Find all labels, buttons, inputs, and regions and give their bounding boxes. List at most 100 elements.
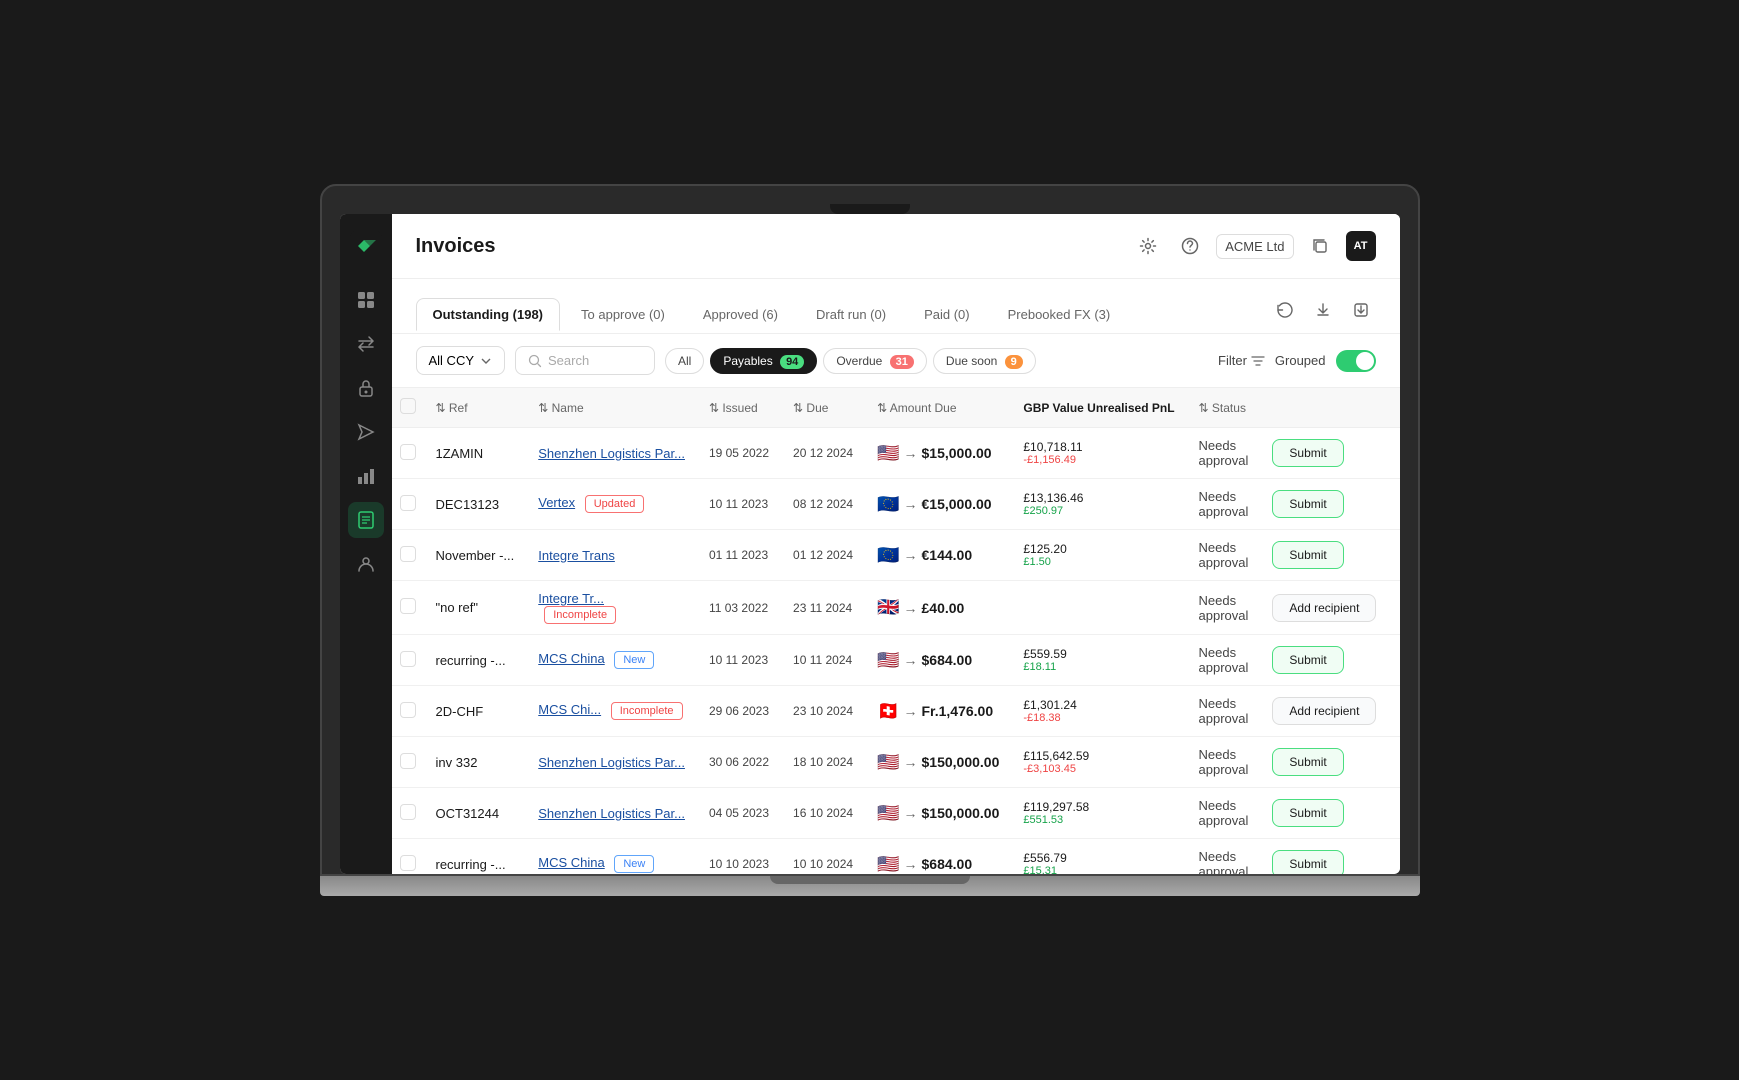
header-actions <box>1260 388 1388 428</box>
header-amount-due[interactable]: ⇅ Amount Due <box>865 388 1011 428</box>
row-action-button[interactable]: Submit <box>1272 748 1343 776</box>
row-action-button[interactable]: Add recipient <box>1272 697 1376 725</box>
tab-draft-run[interactable]: Draft run (0) <box>799 298 903 331</box>
row-checkbox-cell <box>392 581 424 635</box>
row-flag-amount: 🇺🇸 → $684.00 <box>865 839 1011 875</box>
copy-button[interactable] <box>1304 230 1336 262</box>
arrow-icon: → <box>904 652 918 668</box>
refresh-button[interactable] <box>1270 295 1300 325</box>
filter-button[interactable]: Filter <box>1218 353 1265 368</box>
main-content: Invoices <box>392 214 1400 874</box>
search-box[interactable]: Search <box>515 346 655 375</box>
invoice-name-link[interactable]: Shenzhen Logistics Par... <box>538 446 685 461</box>
pill-all[interactable]: All <box>665 348 704 374</box>
tab-outstanding[interactable]: Outstanding (198) <box>416 298 561 331</box>
row-action-button[interactable]: Submit <box>1272 490 1343 518</box>
badge-new: New <box>614 855 654 873</box>
tab-paid[interactable]: Paid (0) <box>907 298 987 331</box>
header-more <box>1388 388 1399 428</box>
pill-due-soon[interactable]: Due soon 9 <box>933 348 1036 374</box>
badge-incomplete: Incomplete <box>611 702 683 720</box>
row-action-button[interactable]: Submit <box>1272 850 1343 874</box>
header-status[interactable]: ⇅ Status <box>1187 388 1261 428</box>
row-amount: €15,000.00 <box>922 496 992 512</box>
sidebar-item-invoices[interactable] <box>348 502 384 538</box>
company-label: ACME Ltd <box>1216 234 1293 259</box>
row-flag-amount: 🇺🇸 → $150,000.00 <box>865 788 1011 839</box>
help-button[interactable] <box>1174 230 1206 262</box>
filter-bar: All CCY Search All Payables 94 Overdue <box>392 334 1400 388</box>
header-gbp-value[interactable]: GBP Value Unrealised PnL <box>1011 388 1186 428</box>
user-avatar[interactable]: AT <box>1346 231 1376 261</box>
row-action-button[interactable]: Submit <box>1272 541 1343 569</box>
tab-prebooked-fx[interactable]: Prebooked FX (3) <box>991 298 1128 331</box>
row-action-button[interactable]: Submit <box>1272 439 1343 467</box>
overdue-count: 31 <box>890 355 914 369</box>
row-issued: 30 06 2022 <box>697 737 781 788</box>
row-flag-amount: 🇨🇭 → Fr.1,476.00 <box>865 686 1011 737</box>
invoice-name-link[interactable]: Vertex <box>538 495 575 510</box>
row-action-cell: Add recipient <box>1260 581 1388 635</box>
invoice-name-link[interactable]: MCS Chi... <box>538 702 601 717</box>
row-checkbox[interactable] <box>400 495 416 511</box>
header-name[interactable]: ⇅ Name <box>526 388 697 428</box>
row-flag: 🇨🇭 <box>877 701 899 722</box>
tab-to-approve[interactable]: To approve (0) <box>564 298 682 331</box>
sidebar-item-transfers[interactable] <box>348 326 384 362</box>
row-flag: 🇺🇸 <box>877 752 899 773</box>
header-checkbox[interactable] <box>392 388 424 428</box>
app-logo[interactable] <box>350 230 382 262</box>
row-checkbox[interactable] <box>400 651 416 667</box>
select-all-checkbox[interactable] <box>400 398 416 414</box>
row-due: 10 11 2024 <box>781 635 865 686</box>
invoice-name-link[interactable]: MCS China <box>538 651 604 666</box>
settings-button[interactable] <box>1132 230 1164 262</box>
sidebar-item-dashboard[interactable] <box>348 282 384 318</box>
invoice-name-link[interactable]: Shenzhen Logistics Par... <box>538 755 685 770</box>
grouped-toggle[interactable] <box>1336 350 1376 372</box>
search-placeholder: Search <box>548 353 589 368</box>
row-checkbox[interactable] <box>400 444 416 460</box>
table-row: November -... Integre Trans 01 11 2023 0… <box>392 530 1400 581</box>
header-ref[interactable]: ⇅ Ref <box>424 388 527 428</box>
row-amount: Fr.1,476.00 <box>922 703 994 719</box>
invoice-name-link[interactable]: MCS China <box>538 855 604 870</box>
download-button[interactable] <box>1346 295 1376 325</box>
sidebar-item-lock[interactable] <box>348 370 384 406</box>
header-issued[interactable]: ⇅ Issued <box>697 388 781 428</box>
row-name: Shenzhen Logistics Par... <box>526 428 697 479</box>
row-checkbox[interactable] <box>400 702 416 718</box>
row-action-button[interactable]: Add recipient <box>1272 594 1376 622</box>
sidebar-item-send[interactable] <box>348 414 384 450</box>
page-title: Invoices <box>416 235 1133 258</box>
invoice-name-link[interactable]: Integre Trans <box>538 548 615 563</box>
download-csv-button[interactable] <box>1308 295 1338 325</box>
header-due[interactable]: ⇅ Due <box>781 388 865 428</box>
pill-overdue[interactable]: Overdue 31 <box>823 348 927 374</box>
invoice-name-link[interactable]: Integre Tr... <box>538 591 604 606</box>
row-due: 23 11 2024 <box>781 581 865 635</box>
row-issued: 01 11 2023 <box>697 530 781 581</box>
row-name: Integre Tr... Incomplete <box>526 581 697 635</box>
row-action-button[interactable]: Submit <box>1272 799 1343 827</box>
row-status: Needs approval <box>1187 530 1261 581</box>
row-more-cell: ⋮ <box>1388 479 1399 530</box>
pill-payables[interactable]: Payables 94 <box>710 348 817 374</box>
row-checkbox[interactable] <box>400 804 416 820</box>
row-checkbox[interactable] <box>400 753 416 769</box>
gbp-pnl: -£3,103.45 <box>1023 763 1174 775</box>
tab-approved[interactable]: Approved (6) <box>686 298 795 331</box>
row-action-button[interactable]: Submit <box>1272 646 1343 674</box>
sidebar-item-analytics[interactable] <box>348 458 384 494</box>
row-checkbox[interactable] <box>400 855 416 871</box>
row-checkbox[interactable] <box>400 546 416 562</box>
arrow-icon: → <box>904 445 918 461</box>
row-name: MCS Chi... Incomplete <box>526 686 697 737</box>
invoice-name-link[interactable]: Shenzhen Logistics Par... <box>538 806 685 821</box>
row-more-cell: ⋮ <box>1388 581 1399 635</box>
sidebar-item-contacts[interactable] <box>348 546 384 582</box>
row-checkbox[interactable] <box>400 598 416 614</box>
badge-incomplete: Incomplete <box>544 606 616 624</box>
row-amount: $684.00 <box>922 856 973 872</box>
currency-select[interactable]: All CCY <box>416 346 506 375</box>
